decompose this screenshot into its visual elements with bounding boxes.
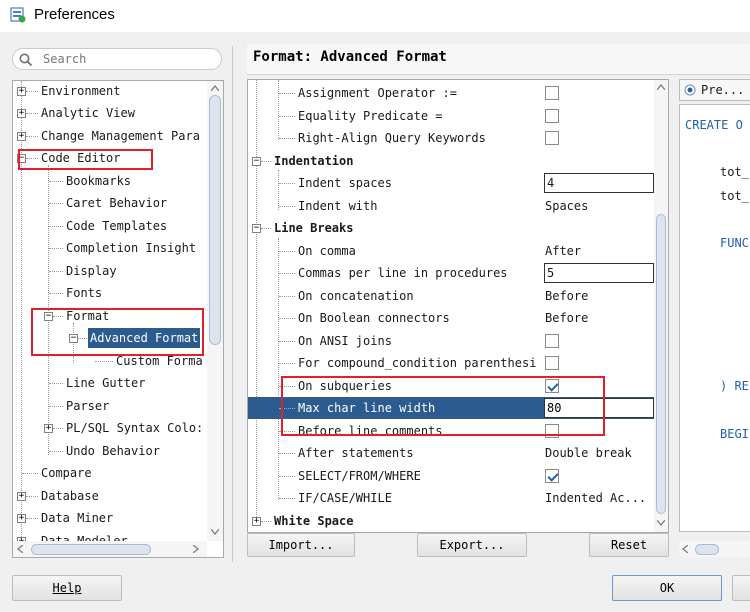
assignment-operator-checkbox[interactable]: [545, 86, 559, 100]
code-line: tot_: [720, 189, 749, 203]
indent-spaces-field[interactable]: 4: [544, 173, 654, 193]
highlight-box-code-editor: [18, 149, 153, 170]
expand-icon[interactable]: +: [17, 132, 26, 141]
code-line: ) RE: [720, 379, 749, 393]
tree-vertical-scrollbar[interactable]: [207, 81, 223, 541]
after-statements-value[interactable]: Double break: [545, 442, 632, 464]
property-vertical-scrollbar[interactable]: [654, 80, 668, 532]
expand-icon[interactable]: +: [17, 492, 26, 501]
tree-item-compare[interactable]: Compare: [13, 463, 213, 483]
tree-scroll-thumb[interactable]: [209, 95, 221, 345]
tree-item-fonts[interactable]: Fonts: [13, 283, 213, 303]
if-case-while-value[interactable]: Indented Ac...: [545, 487, 646, 509]
code-line: BEGI: [720, 427, 749, 441]
collapse-icon[interactable]: −: [252, 157, 261, 166]
code-line: CREATE O: [685, 118, 743, 132]
tree-item-completion-insight[interactable]: Completion Insight: [13, 238, 213, 258]
property-group-white-space[interactable]: + White Space: [248, 510, 658, 532]
property-row-on-boolean-connectors[interactable]: On Boolean connectors Before: [248, 307, 658, 329]
scroll-up-icon[interactable]: [657, 84, 665, 90]
scroll-down-icon[interactable]: [211, 529, 219, 535]
tree-item-undo-behavior[interactable]: Undo Behavior: [13, 441, 213, 461]
property-row-indent-spaces[interactable]: Indent spaces 4: [248, 172, 658, 194]
property-row-if-case-while[interactable]: IF/CASE/WHILE Indented Ac...: [248, 487, 658, 509]
property-group-indentation[interactable]: − Indentation: [248, 150, 658, 172]
code-line: tot_: [720, 165, 749, 179]
tree-horizontal-scrollbar[interactable]: [13, 541, 207, 557]
equality-predicate-checkbox[interactable]: [545, 109, 559, 123]
property-row-on-comma[interactable]: On comma After: [248, 240, 658, 262]
expand-icon[interactable]: +: [17, 87, 26, 96]
preview-tab[interactable]: Pre...: [679, 79, 750, 101]
reset-button[interactable]: Reset: [589, 533, 669, 557]
ok-button[interactable]: OK: [612, 575, 722, 601]
highlight-box-format: [31, 308, 204, 356]
property-scroll-thumb[interactable]: [656, 214, 666, 514]
preview-hscroll-thumb[interactable]: [695, 544, 719, 555]
window-title: Preferences: [34, 6, 115, 23]
property-row-on-ansi-joins[interactable]: On ANSI joins: [248, 330, 658, 352]
panel-splitter[interactable]: [232, 46, 233, 562]
scroll-left-icon[interactable]: [682, 545, 688, 553]
highlight-box-line-width: [281, 376, 605, 436]
tree-item-parser[interactable]: Parser: [13, 396, 213, 416]
import-button[interactable]: Import...: [247, 533, 355, 557]
tree-item-analytic-view[interactable]: + Analytic View: [13, 103, 213, 123]
page-title: Format: Advanced Format: [253, 49, 447, 65]
on-concatenation-value[interactable]: Before: [545, 285, 588, 307]
scroll-up-icon[interactable]: [211, 85, 219, 91]
search-input[interactable]: [43, 51, 213, 67]
property-group-line-breaks[interactable]: − Line Breaks: [248, 217, 658, 239]
indent-with-value[interactable]: Spaces: [545, 195, 588, 217]
tree-item-plsql-syntax-colors[interactable]: + PL/SQL Syntax Colo:: [13, 418, 213, 438]
expand-icon[interactable]: +: [252, 517, 261, 526]
property-row-assignment-operator[interactable]: Assignment Operator :=: [248, 82, 658, 104]
property-row-right-align-keywords[interactable]: Right-Align Query Keywords: [248, 127, 658, 149]
tree-item-line-gutter[interactable]: Line Gutter: [13, 373, 213, 393]
help-button[interactable]: Help: [12, 575, 122, 601]
tree-item-code-templates[interactable]: Code Templates: [13, 216, 213, 236]
export-button[interactable]: Export...: [417, 533, 527, 557]
expand-icon[interactable]: +: [17, 109, 26, 118]
scroll-right-icon[interactable]: [193, 545, 199, 553]
search-field[interactable]: [12, 48, 222, 70]
tree-item-bookmarks[interactable]: Bookmarks: [13, 171, 213, 191]
on-ansi-joins-checkbox[interactable]: [545, 334, 559, 348]
tree-item-change-management[interactable]: + Change Management Para: [13, 126, 213, 146]
property-row-after-statements[interactable]: After statements Double break: [248, 442, 658, 464]
preview-tab-label: Pre...: [701, 83, 745, 97]
compound-condition-checkbox[interactable]: [545, 356, 559, 370]
property-sheet: Assignment Operator := Equality Predicat…: [247, 79, 669, 533]
cancel-button-partial[interactable]: [732, 575, 750, 601]
right-align-keywords-checkbox[interactable]: [545, 131, 559, 145]
search-icon: [19, 53, 33, 67]
tree-item-database[interactable]: + Database: [13, 486, 213, 506]
tree-item-data-miner[interactable]: + Data Miner: [13, 508, 213, 528]
property-row-compound-condition[interactable]: For compound_condition parenthesi: [248, 352, 658, 374]
tree-item-display[interactable]: Display: [13, 261, 213, 281]
expand-icon[interactable]: +: [44, 424, 53, 433]
on-comma-value[interactable]: After: [545, 240, 581, 262]
scroll-down-icon[interactable]: [657, 520, 665, 526]
code-line: FUNC: [720, 236, 749, 250]
property-row-on-concatenation[interactable]: On concatenation Before: [248, 285, 658, 307]
tree-item-caret-behavior[interactable]: Caret Behavior: [13, 193, 213, 213]
tree-hscroll-thumb[interactable]: [31, 544, 151, 555]
on-boolean-connectors-value[interactable]: Before: [545, 307, 588, 329]
property-row-select-from-where[interactable]: SELECT/FROM/WHERE: [248, 465, 658, 487]
preferences-app-icon: [10, 7, 26, 23]
select-from-where-checkbox[interactable]: [545, 469, 559, 483]
preview-horizontal-scrollbar[interactable]: [679, 541, 750, 557]
scroll-left-icon[interactable]: [17, 545, 23, 553]
tree-item-environment[interactable]: + Environment: [13, 81, 213, 101]
collapse-icon[interactable]: −: [252, 224, 261, 233]
property-row-commas-per-line[interactable]: Commas per line in procedures 5: [248, 262, 658, 284]
expand-icon[interactable]: +: [17, 514, 26, 523]
radio-selected-icon[interactable]: [684, 84, 696, 96]
property-row-indent-with[interactable]: Indent with Spaces: [248, 195, 658, 217]
preview-code-area: CREATE O tot_ tot_ FUNC ) RE BEGI: [679, 104, 750, 532]
property-row-equality-predicate[interactable]: Equality Predicate =: [248, 105, 658, 127]
commas-per-line-field[interactable]: 5: [544, 263, 654, 283]
